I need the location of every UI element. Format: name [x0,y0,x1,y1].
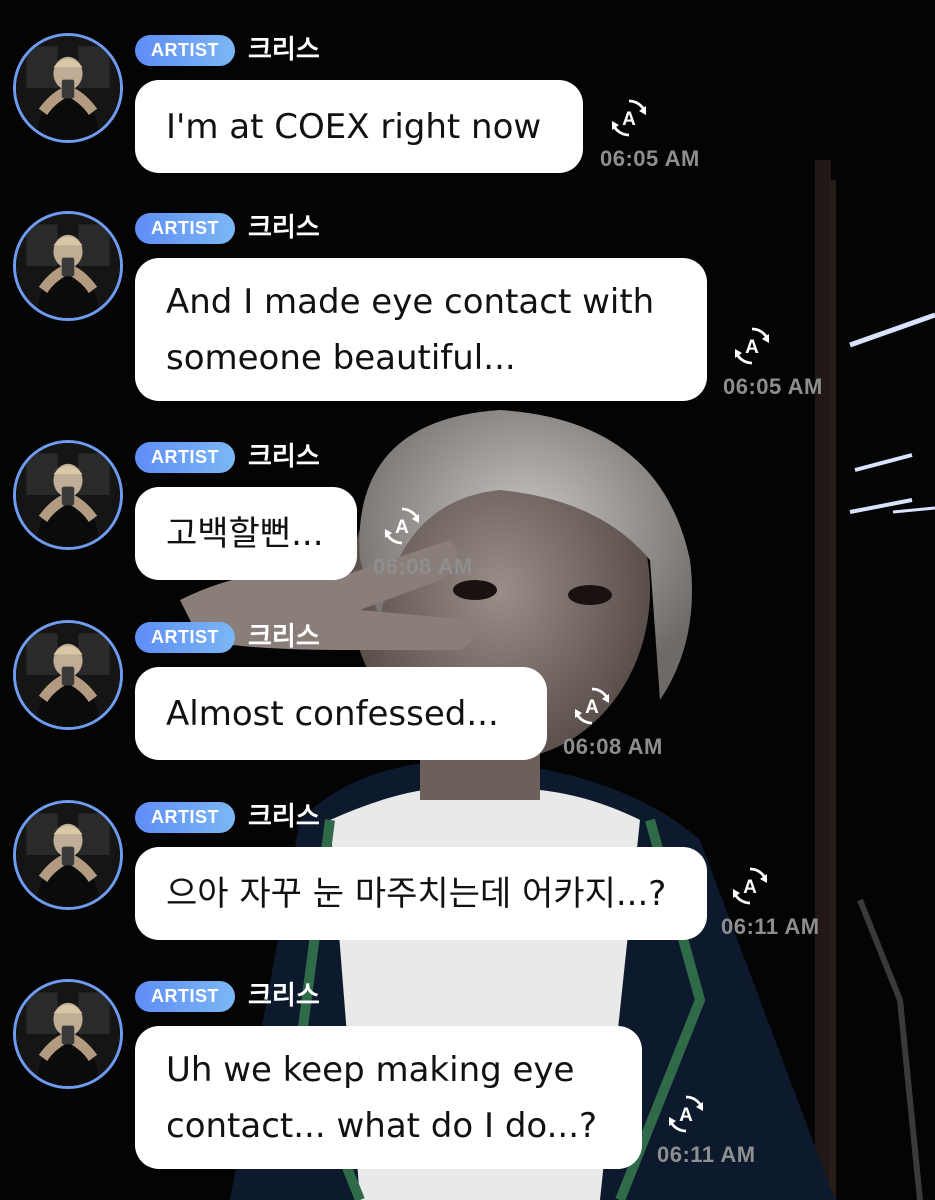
message-bubble[interactable]: And I made eye contact with someone beau… [135,258,707,401]
svg-text:A: A [745,337,759,358]
avatar[interactable] [13,979,123,1089]
translate-icon[interactable]: A [609,98,649,138]
svg-text:A: A [743,877,757,898]
avatar-photo [16,982,120,1086]
author-name: 크리스 [248,442,320,472]
svg-text:A: A [585,697,599,718]
message-timestamp: 06:11 AM [657,1142,756,1167]
author-name: 크리스 [248,35,320,65]
avatar[interactable] [13,620,123,730]
author-name: 크리스 [248,981,320,1011]
message-bubble[interactable]: I'm at COEX right now [135,80,583,173]
avatar-photo [16,36,120,140]
artist-badge: ARTIST [135,622,235,653]
translate-icon[interactable]: A [382,506,422,546]
translate-icon[interactable]: A [732,326,772,366]
svg-text:A: A [622,109,636,130]
avatar[interactable] [13,800,123,910]
avatar-photo [16,803,120,907]
artist-badge: ARTIST [135,35,235,66]
artist-badge: ARTIST [135,802,235,833]
avatar[interactable] [13,33,123,143]
avatar-photo [16,214,120,318]
message-timestamp: 06:08 AM [373,554,473,579]
message-bubble[interactable]: 으아 자꾸 눈 마주치는데 어카지...? [135,847,707,940]
svg-text:A: A [395,517,409,538]
message-timestamp: 06:05 AM [723,374,823,399]
avatar-photo [16,623,120,727]
avatar-photo [16,443,120,547]
background-photo [0,0,935,1200]
message-timestamp: 06:11 AM [721,914,820,939]
author-name: 크리스 [248,802,320,832]
artist-badge: ARTIST [135,213,235,244]
artist-badge: ARTIST [135,442,235,473]
artist-badge: ARTIST [135,981,235,1012]
message-bubble[interactable]: Almost confessed... [135,667,547,760]
author-name: 크리스 [248,622,320,652]
message-timestamp: 06:05 AM [600,146,700,171]
message-timestamp: 06:08 AM [563,734,663,759]
avatar[interactable] [13,211,123,321]
avatar[interactable] [13,440,123,550]
author-name: 크리스 [248,213,320,243]
translate-icon[interactable]: A [730,866,770,906]
translate-icon[interactable]: A [666,1094,706,1134]
message-bubble[interactable]: Uh we keep making eye contact... what do… [135,1026,642,1169]
svg-text:A: A [679,1105,693,1126]
translate-icon[interactable]: A [572,686,612,726]
message-bubble[interactable]: 고백할뻔... [135,487,357,580]
